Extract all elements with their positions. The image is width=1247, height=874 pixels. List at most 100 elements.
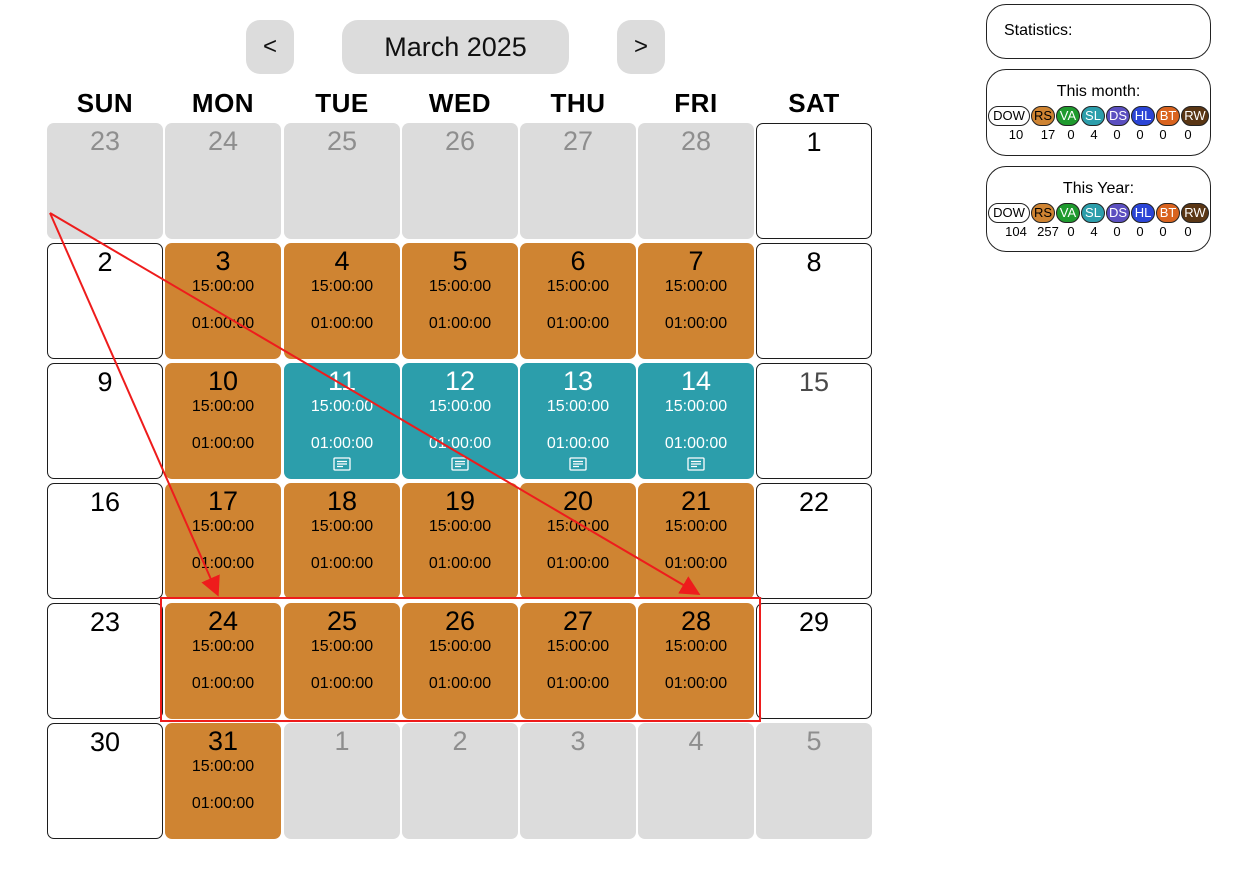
day-cell[interactable]: 12 15:00:00 01:00:00 <box>402 363 518 479</box>
month-badge-row: DOW RS VA SL DS HL BT RW <box>987 106 1210 126</box>
day-number: 28 <box>680 606 712 636</box>
day-cell-out-of-month[interactable]: 5 <box>756 723 872 839</box>
day-cell-out-of-month[interactable]: 2 <box>402 723 518 839</box>
day-cell[interactable]: 5 15:00:00 01:00:00 <box>402 243 518 359</box>
day-cell-out-of-month[interactable]: 4 <box>638 723 754 839</box>
day-number: 20 <box>562 486 594 516</box>
day-number: 23 <box>89 126 121 156</box>
day-cell-out-of-month[interactable]: 25 <box>284 123 400 239</box>
year-badge-bt: BT <box>1156 203 1180 223</box>
month-count-row: 10 17 0 4 0 0 0 0 <box>987 127 1210 142</box>
day-cell[interactable]: 28 15:00:00 01:00:00 <box>638 603 754 719</box>
day-cell[interactable]: 18 15:00:00 01:00:00 <box>284 483 400 599</box>
day-cell-out-of-month[interactable]: 24 <box>165 123 281 239</box>
day-number: 6 <box>570 246 586 276</box>
day-cell-out-of-month[interactable]: 28 <box>638 123 754 239</box>
shift-start-time: 15:00:00 <box>664 278 728 295</box>
day-number: 19 <box>444 486 476 516</box>
day-cell-out-of-month[interactable]: 27 <box>520 123 636 239</box>
day-cell[interactable]: 13 15:00:00 01:00:00 <box>520 363 636 479</box>
day-cell[interactable]: 20 15:00:00 01:00:00 <box>520 483 636 599</box>
month-badge-sl: SL <box>1081 106 1105 126</box>
day-cell[interactable]: 15 <box>756 363 872 479</box>
shift-duration: 01:00:00 <box>546 555 610 572</box>
year-badge-dow: DOW <box>988 203 1030 223</box>
month-badge-dow: DOW <box>988 106 1030 126</box>
day-cell[interactable]: 27 15:00:00 01:00:00 <box>520 603 636 719</box>
month-count-dow: 10 <box>1008 127 1024 142</box>
note-icon[interactable] <box>451 457 469 471</box>
shift-start-time: 15:00:00 <box>191 638 255 655</box>
day-cell[interactable]: 2 <box>47 243 163 359</box>
note-icon[interactable] <box>687 457 705 471</box>
shift-start-time: 15:00:00 <box>428 278 492 295</box>
month-title: March 2025 <box>342 20 569 74</box>
day-cell-out-of-month[interactable]: 1 <box>284 723 400 839</box>
statistics-month-box: This month: DOW RS VA SL DS HL BT RW 10 17 0 4 0 0 0 0 <box>986 69 1211 156</box>
shift-duration: 01:00:00 <box>546 675 610 692</box>
day-number: 10 <box>207 366 239 396</box>
day-cell[interactable]: 19 15:00:00 01:00:00 <box>402 483 518 599</box>
day-cell[interactable]: 6 15:00:00 01:00:00 <box>520 243 636 359</box>
month-count-va: 0 <box>1067 127 1075 142</box>
shift-start-time: 15:00:00 <box>310 278 374 295</box>
day-cell[interactable]: 29 <box>756 603 872 719</box>
shift-start-time: 15:00:00 <box>191 278 255 295</box>
shift-duration: 01:00:00 <box>191 675 255 692</box>
day-cell[interactable]: 8 <box>756 243 872 359</box>
day-number: 24 <box>207 126 239 156</box>
shift-start-time: 15:00:00 <box>546 278 610 295</box>
day-cell[interactable]: 1 <box>756 123 872 239</box>
year-badge-va: VA <box>1056 203 1080 223</box>
shift-start-time: 15:00:00 <box>310 638 374 655</box>
day-cell[interactable]: 25 15:00:00 01:00:00 <box>284 603 400 719</box>
day-cell[interactable]: 24 15:00:00 01:00:00 <box>165 603 281 719</box>
day-number: 7 <box>688 246 704 276</box>
day-cell-out-of-month[interactable]: 26 <box>402 123 518 239</box>
day-cell[interactable]: 22 <box>756 483 872 599</box>
month-count-ds: 0 <box>1113 127 1121 142</box>
day-cell-out-of-month[interactable]: 23 <box>47 123 163 239</box>
day-cell[interactable]: 26 15:00:00 01:00:00 <box>402 603 518 719</box>
year-count-ds: 0 <box>1113 224 1121 239</box>
year-badge-rs: RS <box>1031 203 1055 223</box>
day-number: 1 <box>334 726 350 756</box>
day-cell[interactable]: 10 15:00:00 01:00:00 <box>165 363 281 479</box>
day-cell-out-of-month[interactable]: 3 <box>520 723 636 839</box>
day-number: 22 <box>798 487 830 517</box>
shift-start-time: 15:00:00 <box>428 518 492 535</box>
note-icon[interactable] <box>569 457 587 471</box>
day-cell[interactable]: 23 <box>47 603 163 719</box>
day-number: 21 <box>680 486 712 516</box>
day-cell[interactable]: 9 <box>47 363 163 479</box>
day-cell[interactable]: 30 <box>47 723 163 839</box>
next-month-button[interactable]: > <box>617 20 665 74</box>
day-cell[interactable]: 3 15:00:00 01:00:00 <box>165 243 281 359</box>
shift-duration: 01:00:00 <box>310 675 374 692</box>
prev-month-button[interactable]: < <box>246 20 294 74</box>
day-number: 31 <box>207 726 239 756</box>
day-cell[interactable]: 7 15:00:00 01:00:00 <box>638 243 754 359</box>
statistics-month-label: This month: <box>1056 83 1141 100</box>
shift-duration: 01:00:00 <box>191 315 255 332</box>
day-number: 2 <box>452 726 468 756</box>
day-number: 9 <box>97 367 113 397</box>
weekday-thu: THU <box>550 88 606 118</box>
day-cell[interactable]: 31 15:00:00 01:00:00 <box>165 723 281 839</box>
day-number: 3 <box>215 246 231 276</box>
day-number: 3 <box>570 726 586 756</box>
year-badge-rw: RW <box>1181 203 1209 223</box>
day-cell[interactable]: 16 <box>47 483 163 599</box>
weekday-tue: TUE <box>315 88 369 118</box>
shift-duration: 01:00:00 <box>310 315 374 332</box>
day-cell[interactable]: 21 15:00:00 01:00:00 <box>638 483 754 599</box>
day-cell[interactable]: 17 15:00:00 01:00:00 <box>165 483 281 599</box>
day-number: 27 <box>562 126 594 156</box>
weekday-wed: WED <box>428 88 492 118</box>
shift-start-time: 15:00:00 <box>546 398 610 415</box>
note-icon[interactable] <box>333 457 351 471</box>
day-cell[interactable]: 11 15:00:00 01:00:00 <box>284 363 400 479</box>
day-cell[interactable]: 14 15:00:00 01:00:00 <box>638 363 754 479</box>
shift-duration: 01:00:00 <box>428 675 492 692</box>
day-cell[interactable]: 4 15:00:00 01:00:00 <box>284 243 400 359</box>
